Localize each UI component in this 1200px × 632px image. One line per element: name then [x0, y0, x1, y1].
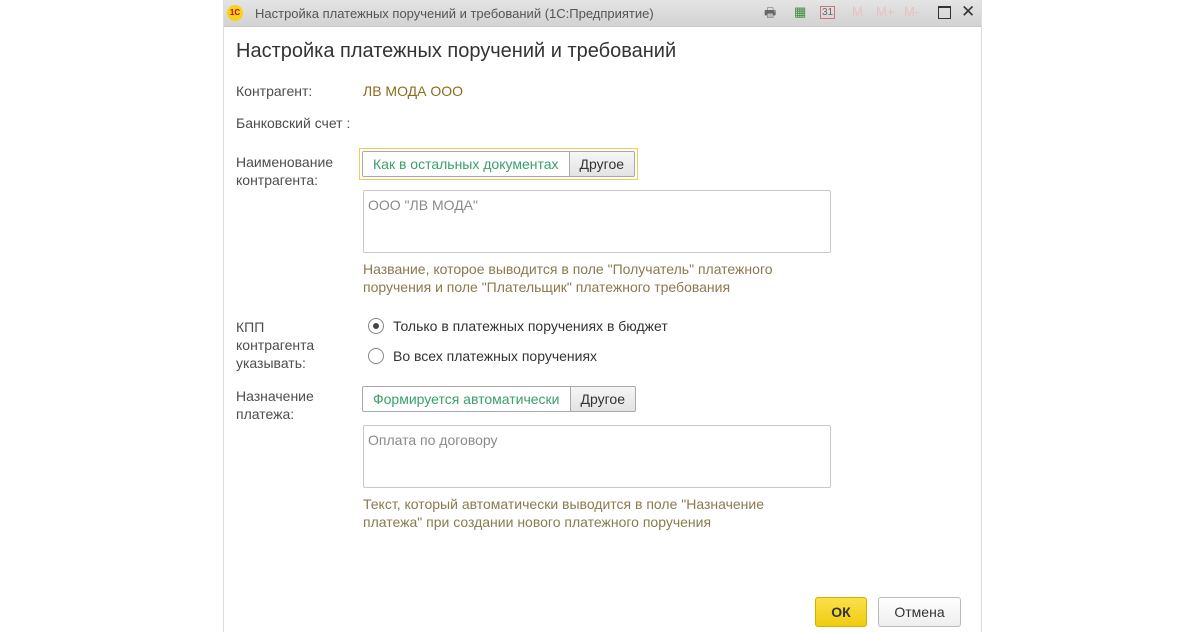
- counterparty-name-field[interactable]: ООО "ЛВ МОДА": [363, 190, 831, 253]
- name-switch: Как в остальных документах Другое: [359, 148, 639, 180]
- title-bar: 1С Настройка платежных поручений и требо…: [224, 0, 981, 27]
- purpose-switch: Формируется автоматически Другое: [359, 383, 639, 415]
- form-title: Настройка платежных поручений и требован…: [236, 40, 677, 62]
- kpp-option-budget[interactable]: Только в платежных поручениях в бюджет: [368, 318, 668, 334]
- purpose-label: Назначение платежа:: [236, 388, 314, 422]
- close-icon[interactable]: ✕: [961, 2, 975, 22]
- window-title: Настройка платежных поручений и требован…: [255, 6, 654, 21]
- name-option-other[interactable]: Другое: [569, 151, 636, 177]
- radio-icon[interactable]: [368, 348, 384, 364]
- name-option-default[interactable]: Как в остальных документах: [362, 151, 570, 177]
- ok-button[interactable]: ОК: [815, 597, 867, 627]
- counterparty-link[interactable]: ЛВ МОДА ООО: [363, 83, 463, 99]
- calendar-icon[interactable]: 31: [820, 6, 836, 19]
- print-icon[interactable]: 🖶: [764, 4, 776, 26]
- purpose-field[interactable]: Оплата по договору: [363, 425, 831, 488]
- memory-plus-button[interactable]: M+: [876, 4, 894, 19]
- purpose-option-auto[interactable]: Формируется автоматически: [362, 386, 571, 412]
- kpp-option-label: Во всех платежных поручениях: [393, 348, 598, 364]
- purpose-hint: Текст, который автоматически выводится в…: [363, 496, 765, 530]
- kpp-option-all[interactable]: Во всех платежных поручениях: [368, 348, 597, 364]
- kpp-option-label: Только в платежных поручениях в бюджет: [393, 318, 668, 334]
- memory-minus-button[interactable]: M-: [904, 4, 919, 19]
- radio-selected-icon[interactable]: [368, 318, 384, 334]
- dialog-window: 1С Настройка платежных поручений и требо…: [223, 0, 982, 632]
- 1c-logo: 1С: [227, 5, 243, 21]
- memory-m-button[interactable]: M: [852, 4, 863, 19]
- calculator-icon[interactable]: ▦: [794, 4, 806, 20]
- purpose-option-other[interactable]: Другое: [570, 386, 636, 412]
- counterparty-name-label: Наименование контрагента:: [236, 154, 334, 188]
- counterparty-label: Контрагент:: [236, 83, 313, 99]
- kpp-label: КПП контрагента указывать:: [236, 319, 315, 371]
- name-hint: Название, которое выводится в поле "Полу…: [363, 261, 773, 295]
- bank-account-label: Банковский счет :: [236, 115, 351, 131]
- maximize-icon[interactable]: [938, 6, 951, 19]
- cancel-button[interactable]: Отмена: [878, 597, 961, 627]
